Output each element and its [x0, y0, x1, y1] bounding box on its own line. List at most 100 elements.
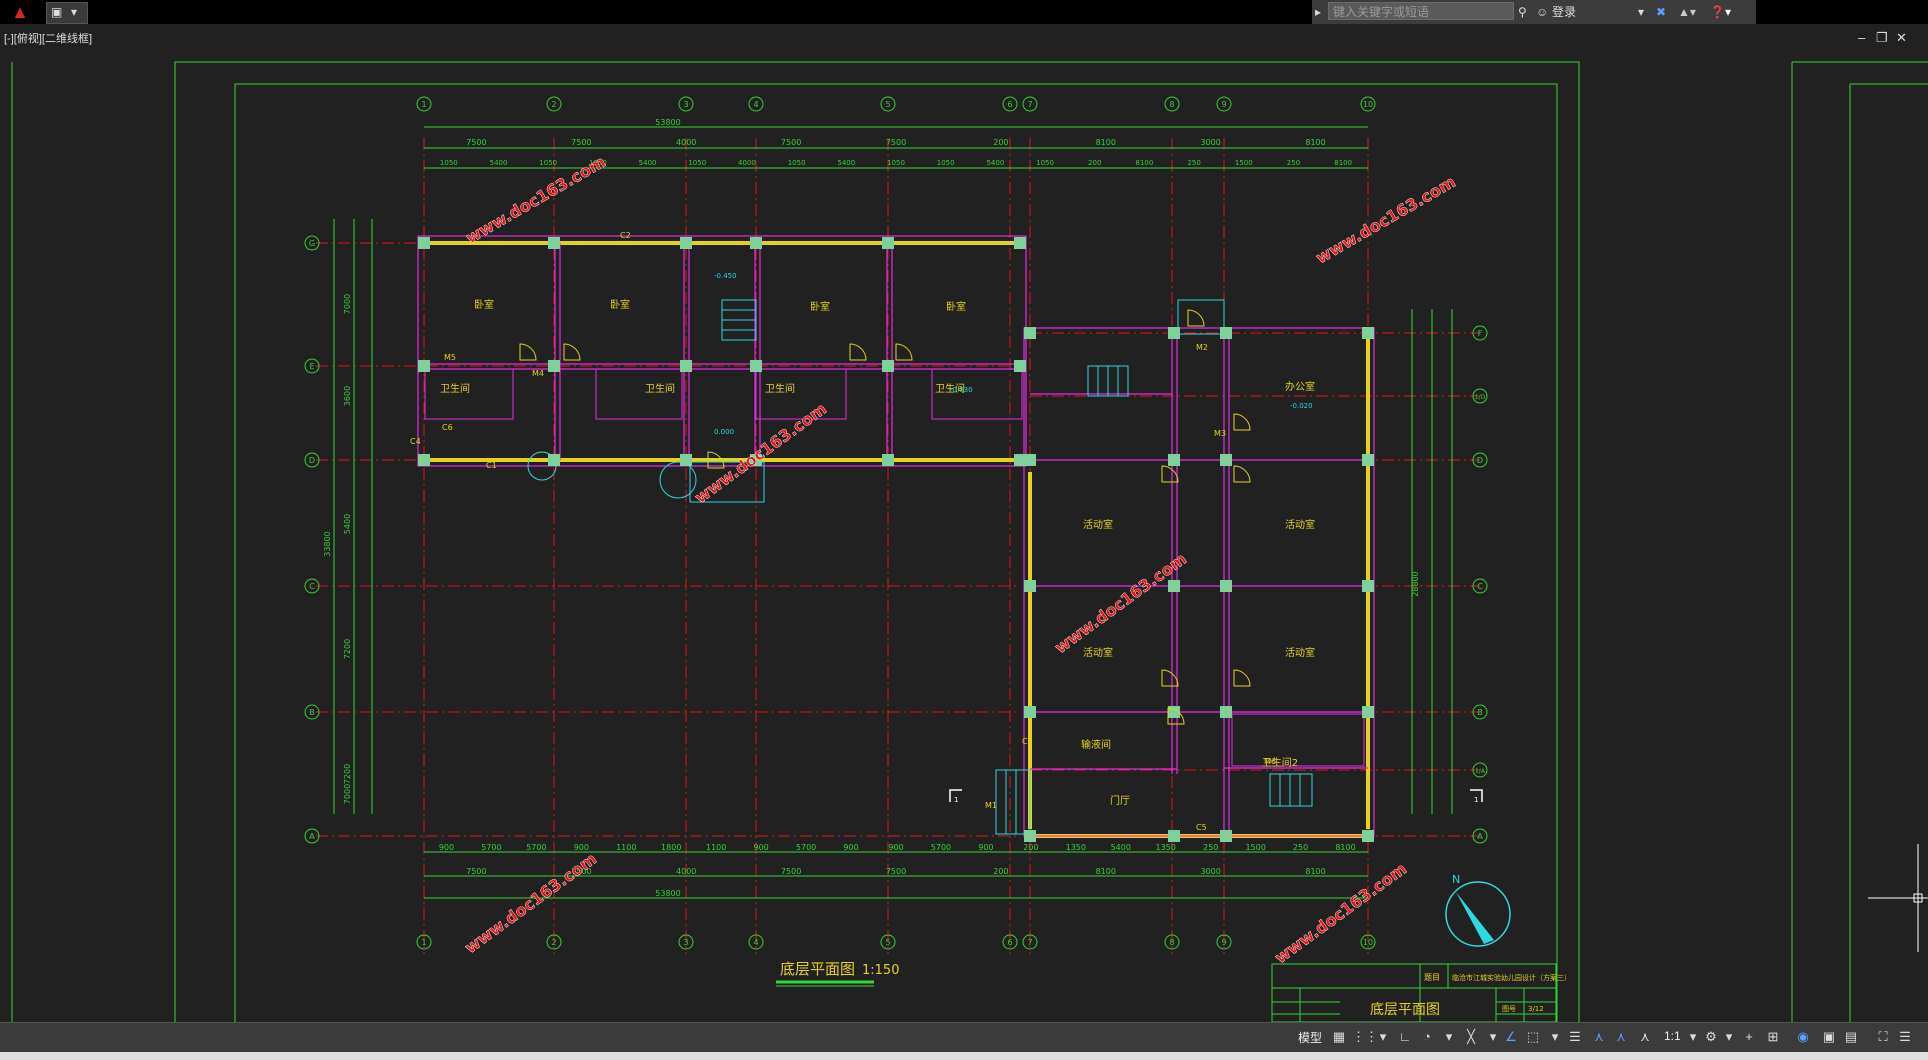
- dim-text: 5400: [1111, 843, 1131, 852]
- chevron-down-icon[interactable]: ▾: [71, 5, 77, 19]
- title-block-sheet-label: 图号: [1502, 1005, 1516, 1013]
- door-label: M6: [1264, 757, 1276, 766]
- quick-access-toolbar[interactable]: ▣ ▾: [46, 2, 88, 24]
- watermark-text: www.doc163.com: [461, 849, 600, 957]
- gear-icon[interactable]: ⚙: [1702, 1028, 1720, 1046]
- column: [1220, 706, 1232, 718]
- dim-text: 7500: [466, 867, 486, 876]
- plus-icon[interactable]: +: [1740, 1028, 1758, 1046]
- help-icon[interactable]: ❓▾: [1710, 3, 1731, 21]
- chevron-down-icon[interactable]: ▾: [1374, 1028, 1392, 1046]
- annotation-scale-icon[interactable]: ⋏: [1636, 1028, 1654, 1046]
- annotation-scale[interactable]: 1:1: [1664, 1029, 1681, 1043]
- user-icon[interactable]: ☺: [1536, 3, 1548, 21]
- exchange-icon[interactable]: ✖: [1656, 3, 1666, 21]
- axis-bubble-9: 9: [1216, 934, 1232, 950]
- window-label: C6: [442, 423, 453, 432]
- osnap-icon[interactable]: ╳: [1462, 1028, 1480, 1046]
- door-swing: [1233, 669, 1251, 687]
- dim-text: 250: [1293, 843, 1308, 852]
- dim-text: 8100: [1136, 159, 1154, 167]
- isolate-icon[interactable]: ◉: [1794, 1028, 1812, 1046]
- dim-text: 8100: [1305, 867, 1325, 876]
- dim-text: 250: [1203, 843, 1218, 852]
- column: [1024, 830, 1036, 842]
- status-bar: 模型 ▦ ⋮⋮ ▾ ∟ ◔ ▾ ╳ ▾ ∠ ⬚ ▾ ☰ ⋏ ⋏ ⋏ 1:1 ▾ …: [0, 1022, 1928, 1053]
- svg-text:3: 3: [683, 938, 688, 947]
- column: [1362, 327, 1374, 339]
- autocad-a-icon[interactable]: ▲: [0, 0, 40, 24]
- chevron-down-icon[interactable]: ▾: [1546, 1028, 1564, 1046]
- hardware-acceleration-icon[interactable]: ▣: [1820, 1028, 1838, 1046]
- dynamic-ucs-icon[interactable]: ⬚: [1524, 1028, 1542, 1046]
- axis-bubble-5: 5: [880, 96, 896, 112]
- dim-text: 7500: [886, 138, 906, 147]
- title-block-drawing-name: 底层平面图: [1370, 1002, 1440, 1018]
- left-total-dim: 33800: [323, 531, 332, 556]
- svg-text:6: 6: [1007, 100, 1012, 109]
- chevron-down-icon[interactable]: ▾: [1638, 3, 1644, 21]
- fullscreen-icon[interactable]: ⛶: [1874, 1028, 1892, 1046]
- auto-scale-icon[interactable]: ⋏: [1612, 1028, 1630, 1046]
- units-icon[interactable]: ⊞: [1764, 1028, 1782, 1046]
- watermark-text: www.doc163.com: [1051, 549, 1190, 657]
- svg-text:7: 7: [1027, 938, 1032, 947]
- axis-bubble-10: 10: [1360, 934, 1376, 950]
- bottom-dimension-row-2: 7500 7500 4000 7500 7500 200 8100 3000 8100: [466, 867, 1325, 876]
- svg-text:B: B: [1477, 708, 1483, 717]
- door-swing: [1233, 413, 1251, 431]
- ortho-icon[interactable]: ∟: [1396, 1028, 1414, 1046]
- lineweight-icon[interactable]: ☰: [1566, 1028, 1584, 1046]
- svg-text:9: 9: [1221, 100, 1226, 109]
- title-block-header: 题目: [1424, 973, 1440, 982]
- room-label: 活动室: [1285, 646, 1315, 659]
- column: [1220, 580, 1232, 592]
- chevron-down-icon[interactable]: ▾: [1484, 1028, 1502, 1046]
- column: [418, 360, 430, 372]
- column: [418, 454, 430, 466]
- chevron-down-icon[interactable]: ▾: [1720, 1028, 1738, 1046]
- column: [882, 454, 894, 466]
- snap-icon[interactable]: ⋮⋮: [1352, 1028, 1378, 1046]
- axis-bubble-2: 2: [546, 96, 562, 112]
- axis-bubble-3: 3: [678, 96, 694, 112]
- chevron-right-icon[interactable]: ▸: [1315, 3, 1321, 21]
- dim-text: 900: [978, 843, 993, 852]
- search-input[interactable]: 键入关键字或短语: [1328, 2, 1514, 20]
- dim-text: 7500: [781, 138, 801, 147]
- dim-text: 4000: [676, 867, 696, 876]
- column: [680, 454, 692, 466]
- chevron-down-icon[interactable]: ▾: [1440, 1028, 1458, 1046]
- save-icon[interactable]: ▣: [51, 5, 62, 19]
- binoculars-icon[interactable]: ⚲: [1518, 3, 1527, 21]
- model-tab[interactable]: 模型: [1298, 1029, 1322, 1046]
- door-swing: [895, 343, 913, 361]
- annotation-visibility-icon[interactable]: ⋏: [1590, 1028, 1608, 1046]
- axis-bubble-9: 9: [1216, 96, 1232, 112]
- svg-text:10: 10: [1363, 100, 1373, 109]
- room-label: 门厅: [1110, 794, 1130, 807]
- dim-text: 8100: [1305, 138, 1325, 147]
- clean-screen-icon[interactable]: ▤: [1842, 1028, 1860, 1046]
- dim-text: 5400: [343, 514, 352, 534]
- chevron-down-icon[interactable]: ▾: [1684, 1028, 1702, 1046]
- drawing-viewport[interactable]: [-][俯视][二维线框] – ❐ ✕ 7500 7500 4000 7500 …: [0, 24, 1928, 1022]
- dim-text: 5700: [526, 843, 546, 852]
- column: [418, 237, 430, 249]
- svg-text:7: 7: [1027, 100, 1032, 109]
- dim-text: 7500: [466, 138, 486, 147]
- customization-menu-icon[interactable]: ☰: [1896, 1028, 1914, 1046]
- svg-text:5: 5: [885, 938, 890, 947]
- grid-icon[interactable]: ▦: [1330, 1028, 1348, 1046]
- autodesk-a360-icon[interactable]: ▲▾: [1678, 3, 1696, 21]
- section-mark-left: 1: [954, 796, 958, 804]
- polar-icon[interactable]: ◔: [1418, 1028, 1436, 1046]
- column: [1024, 327, 1036, 339]
- column: [1024, 580, 1036, 592]
- door-label: M5: [444, 353, 456, 362]
- room-label: 卫生间: [440, 382, 470, 395]
- login-button[interactable]: 登录: [1552, 3, 1576, 21]
- svg-text:8: 8: [1169, 100, 1174, 109]
- otrack-icon[interactable]: ∠: [1502, 1028, 1520, 1046]
- axis-bubble-8: 8: [1164, 934, 1180, 950]
